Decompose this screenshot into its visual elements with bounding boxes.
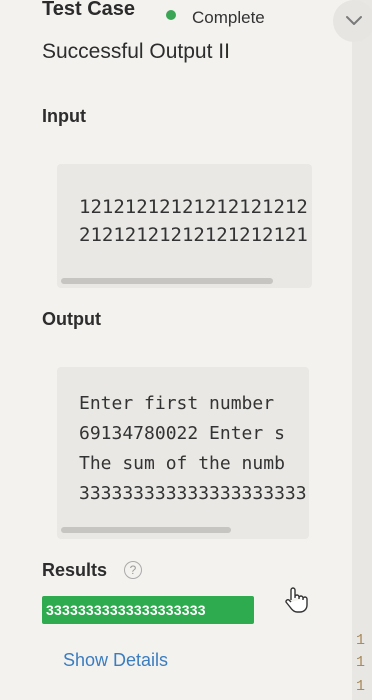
input-line: 21212121212121212121	[79, 224, 308, 246]
question-circle-icon[interactable]: ?	[124, 561, 142, 579]
output-line: 333333333333333333333	[79, 483, 307, 504]
output-line: The sum of the numb	[79, 453, 285, 474]
results-label: Results	[42, 560, 108, 580]
result-value-badge: 33333333333333333333	[42, 596, 254, 624]
edge-glyph: 1	[356, 678, 366, 695]
output-scrollbar[interactable]	[61, 527, 231, 533]
collapse-button[interactable]	[333, 0, 372, 42]
edge-glyph: 1	[356, 654, 366, 671]
output-label: Output	[42, 309, 101, 329]
status-text: Complete	[192, 8, 265, 27]
output-line: Enter first number	[79, 393, 275, 414]
hand-pointer-icon	[285, 587, 308, 613]
input-scrollbar[interactable]	[61, 278, 273, 284]
edge-glyph: 1	[356, 632, 366, 649]
output-box[interactable]: Enter first number 69134780022 Enter s T…	[57, 367, 309, 539]
test-case-title: Test Case	[42, 0, 136, 20]
adjacent-pane-edge	[352, 0, 372, 700]
show-details-link[interactable]: Show Details	[63, 650, 168, 671]
status-dot-icon	[166, 10, 176, 20]
input-box[interactable]: 12121212121212121212 2121212121212121212…	[57, 164, 312, 288]
input-line: 12121212121212121212	[79, 196, 308, 218]
input-label: Input	[42, 106, 86, 126]
output-line: 69134780022 Enter s	[79, 423, 285, 444]
chevron-down-icon	[346, 16, 362, 25]
test-case-subtitle: Successful Output II	[42, 40, 230, 63]
test-case-header: Test Case Complete	[42, 0, 372, 42]
